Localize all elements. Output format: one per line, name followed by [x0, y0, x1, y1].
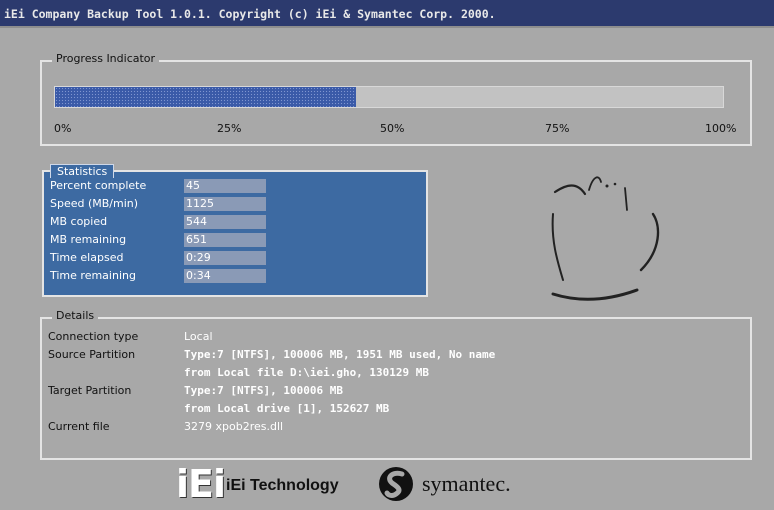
progress-bar — [54, 86, 724, 108]
stat-label: Percent complete — [50, 179, 147, 192]
ghost-logo-icon — [551, 176, 660, 301]
progress-tick-25: 25% — [217, 122, 242, 135]
connection-type-value: Local — [184, 330, 213, 343]
source-partition-file: from Local file D:\iei.gho, 130129 MB — [184, 366, 430, 379]
stat-label: MB remaining — [50, 233, 127, 246]
stat-value: 1125 — [184, 197, 266, 211]
progress-bar-fill — [55, 87, 356, 107]
iei-logo-letters: iEi — [176, 462, 226, 506]
stat-value: 651 — [184, 233, 266, 247]
stat-label: Time elapsed — [50, 251, 124, 264]
current-file-value: 3279 xpob2res.dll — [184, 420, 284, 433]
statistics-label: Statistics — [50, 164, 115, 178]
progress-tick-75: 75% — [545, 122, 570, 135]
stat-value: 544 — [184, 215, 266, 229]
stat-label: MB copied — [50, 215, 108, 228]
stat-value: 45 — [184, 179, 266, 193]
stat-label: Speed (MB/min) — [50, 197, 139, 210]
source-partition-value: Type:7 [NTFS], 100006 MB, 1951 MB used, … — [184, 348, 496, 361]
stat-value: 0:34 — [184, 269, 266, 283]
connection-type-label: Connection type — [48, 330, 139, 343]
progress-tick-50: 50% — [380, 122, 405, 135]
target-partition-label: Target Partition — [48, 384, 132, 397]
details-label: Details — [52, 309, 99, 322]
window-title: iEi Company Backup Tool 1.0.1. Copyright… — [0, 0, 774, 28]
progress-indicator-label: Progress Indicator — [52, 52, 160, 65]
source-partition-label: Source Partition — [48, 348, 136, 361]
iei-logo-text: iEi Technology — [226, 477, 339, 494]
symantec-logo-icon — [379, 467, 413, 501]
target-partition-value: Type:7 [NTFS], 100006 MB — [184, 384, 343, 397]
statistics-panel: Statistics Percent complete 45 Speed (MB… — [42, 164, 428, 297]
stat-label: Time remaining — [50, 269, 136, 282]
symantec-logo-text: symantec. — [422, 471, 511, 496]
current-file-label: Current file — [48, 420, 110, 433]
stat-value: 0:29 — [184, 251, 266, 265]
progress-tick-0: 0% — [54, 122, 72, 135]
progress-tick-100: 100% — [705, 122, 737, 135]
details-group: Details — [40, 309, 752, 460]
target-partition-drive: from Local drive [1], 152627 MB — [184, 402, 390, 415]
